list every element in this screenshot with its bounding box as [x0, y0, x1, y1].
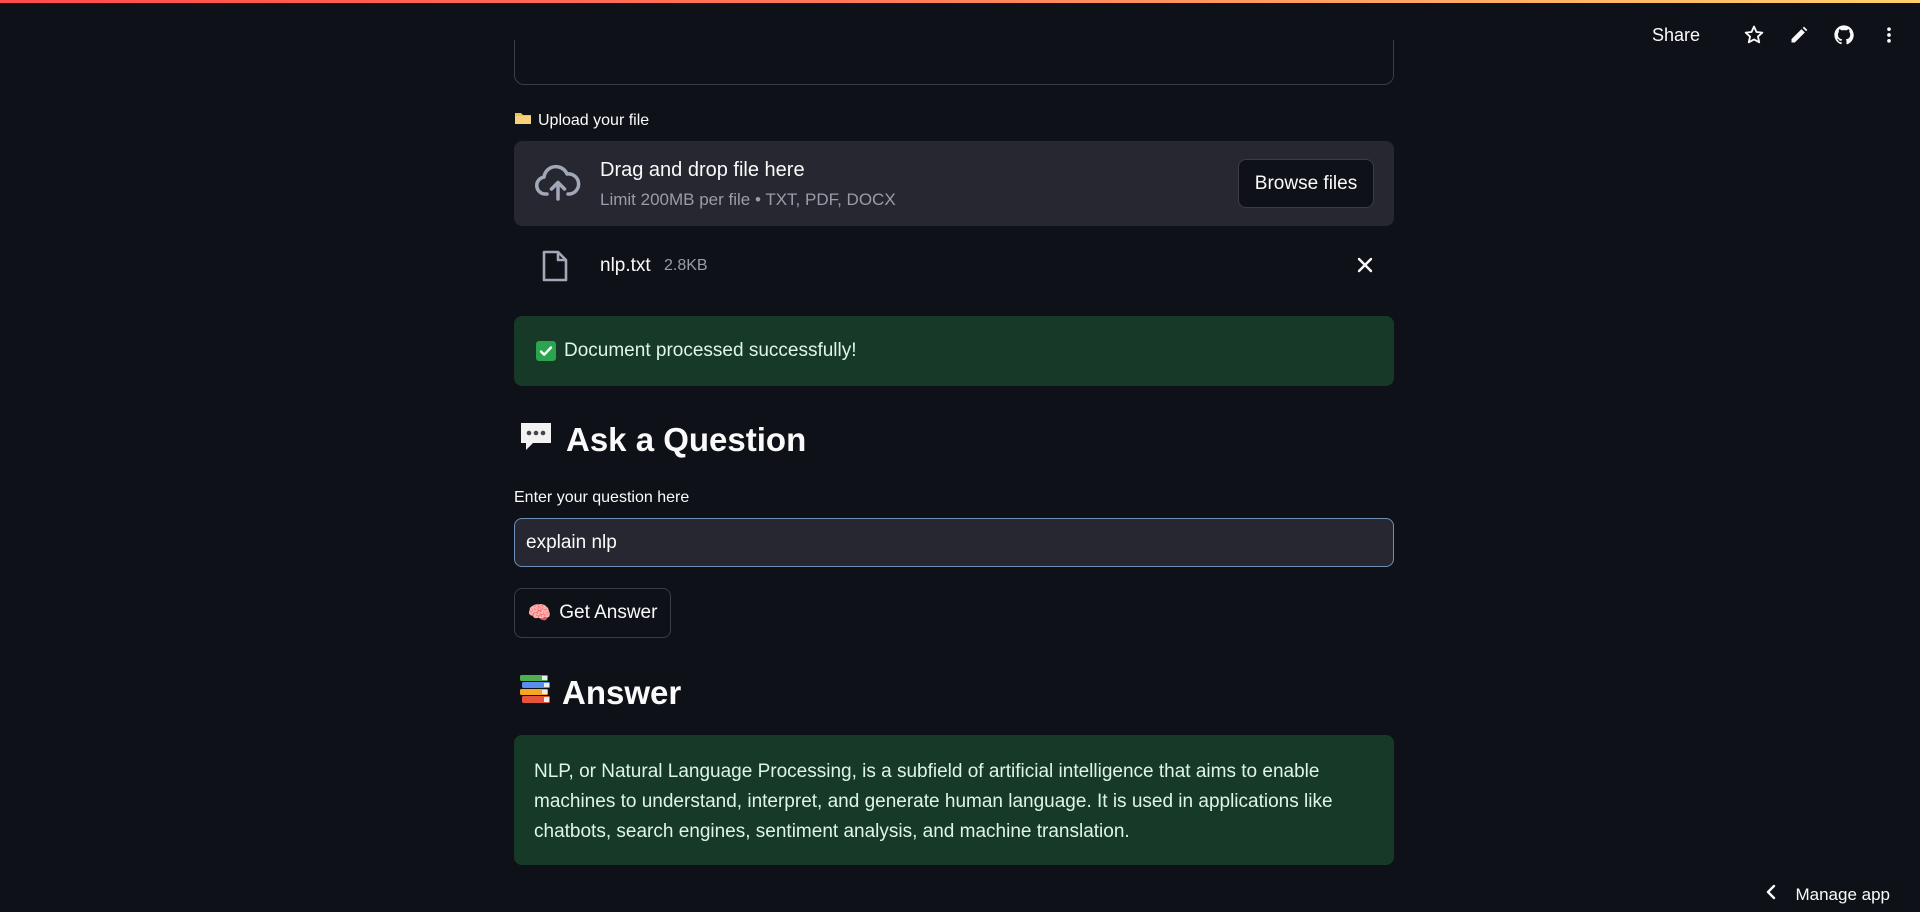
ask-question-heading: Ask a Question — [518, 420, 806, 460]
upload-label: Upload your file — [514, 110, 649, 131]
dropzone-title: Drag and drop file here — [600, 159, 805, 181]
close-icon[interactable] — [1356, 256, 1374, 279]
answer-text-box: NLP, or Natural Language Processing, is … — [514, 735, 1394, 865]
dropzone-subtitle: Limit 200MB per file • TXT, PDF, DOCX — [600, 190, 896, 209]
question-input-label: Enter your question here — [514, 489, 690, 506]
uploaded-file-row: nlp.txt 2.8KB — [514, 248, 1394, 284]
success-alert: Document processed successfully! — [514, 316, 1394, 386]
file-size: 2.8KB — [664, 257, 708, 274]
browse-files-button[interactable]: Browse files — [1238, 159, 1374, 208]
question-input[interactable] — [514, 518, 1394, 567]
chevron-left-icon — [1765, 884, 1777, 905]
github-icon[interactable] — [1831, 22, 1857, 48]
more-vert-icon[interactable] — [1876, 22, 1902, 48]
star-icon[interactable] — [1741, 22, 1767, 48]
manage-app-button[interactable]: Manage app — [1765, 884, 1890, 905]
speech-bubble-icon — [518, 420, 554, 460]
file-name: nlp.txt — [600, 255, 651, 276]
get-answer-label: Get Answer — [559, 602, 658, 623]
check-mark-icon — [536, 341, 556, 361]
get-answer-button[interactable]: 🧠 Get Answer — [514, 588, 671, 638]
top-decoration-stripe — [0, 0, 1920, 3]
app-toolbar: Share — [1652, 22, 1902, 48]
brain-icon: 🧠 — [527, 603, 552, 624]
ask-heading-text: Ask a Question — [566, 421, 807, 458]
answer-heading-text: Answer — [562, 674, 682, 711]
folder-icon — [514, 110, 532, 131]
success-message: Document processed successfully! — [564, 340, 857, 361]
books-icon — [518, 672, 552, 714]
answer-text: NLP, or Natural Language Processing, is … — [534, 761, 1333, 842]
previous-widget-edge — [514, 40, 1394, 85]
answer-heading: Answer — [518, 672, 681, 714]
edit-icon[interactable] — [1786, 22, 1812, 48]
share-button[interactable]: Share — [1652, 25, 1700, 46]
file-icon — [542, 250, 568, 287]
cloud-upload-icon — [534, 161, 582, 210]
upload-label-text: Upload your file — [538, 111, 650, 129]
file-dropzone[interactable]: Drag and drop file here Limit 200MB per … — [514, 141, 1394, 226]
manage-app-label: Manage app — [1795, 884, 1890, 904]
